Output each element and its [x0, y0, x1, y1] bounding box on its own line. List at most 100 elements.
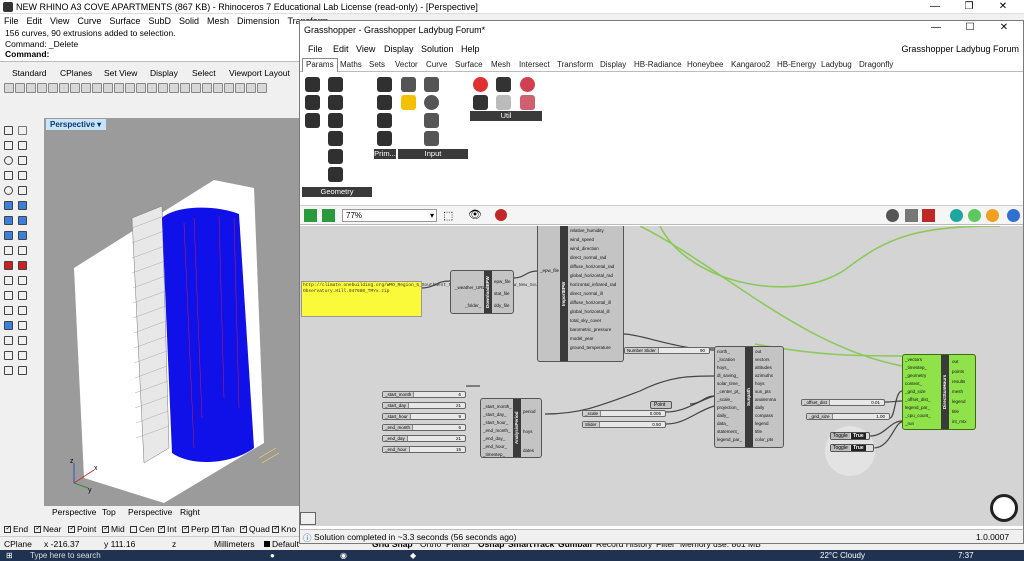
- close-icon[interactable]: ✕: [987, 21, 1021, 35]
- menu-curve[interactable]: Curve: [77, 16, 101, 26]
- menu-dimension[interactable]: Dimension: [237, 16, 280, 26]
- tab-cplanes[interactable]: CPlanes: [60, 68, 92, 78]
- input-port[interactable]: statement_: [717, 429, 739, 434]
- input-port[interactable]: _epw_file: [540, 268, 559, 273]
- menu-edit[interactable]: Edit: [27, 16, 43, 26]
- colour-preview-icon[interactable]: [986, 209, 999, 222]
- close-icon[interactable]: ✕: [986, 0, 1020, 14]
- output-port[interactable]: points: [952, 369, 964, 374]
- param-brep-icon[interactable]: [328, 149, 343, 164]
- input-port[interactable]: data_: [717, 421, 728, 426]
- fillet-icon[interactable]: [4, 276, 13, 285]
- arc-icon[interactable]: [18, 156, 27, 165]
- minimize-icon[interactable]: —: [918, 0, 952, 14]
- minimize-icon[interactable]: —: [919, 21, 953, 35]
- rectangle-icon[interactable]: [18, 171, 27, 180]
- mirror-icon[interactable]: [18, 321, 27, 330]
- loft-icon[interactable]: [18, 201, 27, 210]
- input-port[interactable]: _end_month_: [483, 428, 511, 433]
- save-file-icon[interactable]: [304, 209, 317, 222]
- output-port[interactable]: diffuse_horizontal_rad: [570, 264, 614, 269]
- output-port[interactable]: color_pts: [755, 437, 773, 442]
- input-slider-icon[interactable]: [401, 77, 416, 92]
- osnap-end[interactable]: End: [4, 524, 28, 534]
- menu-mesh[interactable]: Mesh: [207, 16, 229, 26]
- taskbar-app-icon[interactable]: ●: [270, 551, 275, 560]
- output-port[interactable]: epw_file: [494, 279, 511, 284]
- mesh-settings-icon[interactable]: [950, 209, 963, 222]
- input-port[interactable]: _run: [905, 421, 914, 426]
- globe-icon[interactable]: [1007, 209, 1020, 222]
- input-gradient-icon[interactable]: [424, 131, 439, 146]
- analyze-icon[interactable]: [4, 351, 13, 360]
- input-port[interactable]: daily_: [717, 413, 729, 418]
- new-icon[interactable]: [4, 83, 14, 93]
- menu-solid[interactable]: Solid: [179, 16, 199, 26]
- number-slider[interactable]: Number Slider 90: [624, 347, 710, 354]
- output-port[interactable]: relative_humidity: [570, 228, 604, 233]
- input-port[interactable]: dl_saving_: [717, 373, 739, 378]
- offset-icon[interactable]: [18, 276, 27, 285]
- input-port[interactable]: _weather_URL: [455, 285, 485, 290]
- output-port[interactable]: out: [952, 359, 958, 364]
- osnap-knot[interactable]: Kno: [272, 524, 296, 534]
- input-port[interactable]: north_: [717, 349, 730, 354]
- tab-viewport-layout[interactable]: Viewport Layout: [229, 68, 290, 78]
- check-icon[interactable]: [18, 351, 27, 360]
- gh-tab-ladybug[interactable]: Ladybug: [821, 60, 852, 69]
- output-port[interactable]: compass: [755, 413, 773, 418]
- param-text-icon[interactable]: [377, 131, 392, 146]
- scale-slider[interactable]: _scale 0.005: [582, 410, 666, 417]
- taskbar-rhino-icon[interactable]: ◆: [410, 551, 416, 560]
- output-port[interactable]: horizontal_infrared_rad: [570, 282, 616, 287]
- render-icon[interactable]: [213, 83, 223, 93]
- gh-menu-file[interactable]: File: [308, 44, 323, 54]
- output-port[interactable]: period: [523, 409, 536, 414]
- param-circle-icon[interactable]: [305, 113, 320, 128]
- output-port[interactable]: direct_normal_rad: [570, 255, 606, 260]
- input-port[interactable]: _end_day_: [483, 436, 505, 441]
- paste-icon[interactable]: [81, 83, 91, 93]
- input-port[interactable]: _scale_: [717, 397, 733, 402]
- input-port[interactable]: solar_time_: [717, 381, 740, 386]
- print-icon[interactable]: [37, 83, 47, 93]
- input-port[interactable]: _timestep_: [905, 365, 927, 370]
- toggle-2[interactable]: Toggle True: [830, 444, 874, 452]
- tab-set-view[interactable]: Set View: [104, 68, 137, 78]
- edit-icon[interactable]: [18, 366, 27, 375]
- zoom-icon[interactable]: [125, 83, 135, 93]
- viewport-tab-top[interactable]: Top: [102, 507, 116, 517]
- input-port[interactable]: context_: [905, 381, 922, 386]
- output-port[interactable]: legend: [755, 421, 769, 426]
- url-panel[interactable]: http://climate.onebuilding.org/WMO_Regio…: [301, 281, 614, 317]
- zoom-selected-icon[interactable]: [158, 83, 168, 93]
- select-arrow-icon[interactable]: [4, 126, 13, 135]
- gh-tab-transform[interactable]: Transform: [557, 60, 593, 69]
- param-mesh-icon[interactable]: [328, 167, 343, 182]
- viewport-tab-right[interactable]: Right: [180, 507, 200, 517]
- input-port[interactable]: _offset_dist_: [905, 397, 930, 402]
- gh-tab-display[interactable]: Display: [600, 60, 626, 69]
- gh-tab-maths[interactable]: Maths: [340, 60, 362, 69]
- output-port[interactable]: daily: [755, 405, 764, 410]
- param-line-icon[interactable]: [328, 95, 343, 110]
- input-port[interactable]: _cpu_count_: [905, 413, 931, 418]
- document-preview-icon[interactable]: [968, 209, 981, 222]
- gh-tab-kangaroo2[interactable]: Kangaroo2: [731, 60, 770, 69]
- output-port[interactable]: results: [952, 379, 965, 384]
- viewport-tab-perspective-2[interactable]: Perspective: [128, 507, 172, 517]
- output-port[interactable]: global_horizontal_rad: [570, 273, 613, 278]
- rotate-icon[interactable]: [114, 83, 124, 93]
- start-day-slider[interactable]: _start_day 21: [382, 402, 466, 409]
- osnap-perp[interactable]: Perp: [182, 524, 209, 534]
- param-integer-icon[interactable]: [377, 95, 392, 110]
- gh-tab-surface[interactable]: Surface: [455, 60, 483, 69]
- text-icon[interactable]: [18, 186, 27, 195]
- output-port[interactable]: altitudes: [755, 365, 772, 370]
- gh-menu-display[interactable]: Display: [384, 44, 414, 54]
- box-icon[interactable]: [4, 216, 13, 225]
- output-port[interactable]: mesh: [952, 389, 963, 394]
- pan-icon[interactable]: [103, 83, 113, 93]
- output-port[interactable]: hoys: [523, 429, 533, 434]
- util-fitness-icon[interactable]: [520, 77, 535, 92]
